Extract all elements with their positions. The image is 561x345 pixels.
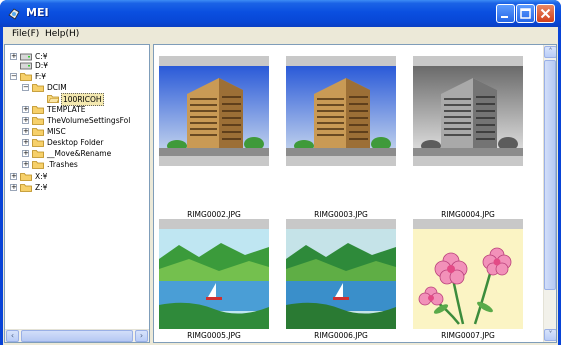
folder-icon bbox=[20, 173, 32, 181]
thumbnail-building-color[interactable] bbox=[159, 56, 269, 166]
window-title: MEI bbox=[26, 6, 49, 19]
expand-toggle[interactable]: + bbox=[22, 106, 29, 113]
expand-toggle[interactable]: + bbox=[22, 139, 29, 146]
scroll-down-arrow-icon[interactable]: ˅ bbox=[544, 329, 556, 341]
expand-toggle[interactable]: + bbox=[22, 161, 29, 168]
thumbnail-filename: RIMG0005.JPG bbox=[187, 331, 241, 340]
collapse-toggle[interactable]: − bbox=[22, 84, 29, 91]
scroll-thumb[interactable] bbox=[21, 330, 133, 342]
thumbnail-pane: RIMG0002.JPG RIMG0003.JPG RIMG0004.JPG R… bbox=[153, 44, 557, 343]
menu-bar: File(F) Help(H) bbox=[3, 27, 558, 42]
scroll-thumb[interactable] bbox=[544, 60, 556, 290]
close-button[interactable] bbox=[536, 4, 555, 23]
building-photo bbox=[286, 66, 396, 156]
expand-toggle[interactable]: + bbox=[22, 117, 29, 124]
folder-tree: + C:¥ D:¥ − F:¥ − DCIM 100RICOH + TEMPLA… bbox=[4, 44, 150, 343]
folder-icon bbox=[20, 73, 32, 81]
expand-toggle[interactable]: + bbox=[10, 53, 17, 60]
title-bar[interactable]: MEI bbox=[0, 0, 561, 27]
close-icon bbox=[540, 8, 551, 19]
thumbnail-lake[interactable] bbox=[286, 219, 396, 329]
maximize-button[interactable] bbox=[516, 4, 535, 23]
tree-label: MISC bbox=[47, 127, 66, 136]
thumbnail-filename: RIMG0003.JPG bbox=[314, 210, 368, 219]
folder-icon bbox=[32, 139, 44, 147]
vertical-scrollbar[interactable]: ˄ ˅ bbox=[543, 45, 556, 342]
scroll-right-arrow-icon[interactable]: › bbox=[135, 330, 148, 342]
building-photo bbox=[159, 66, 269, 156]
thumbnail-building-grayscale[interactable] bbox=[413, 56, 523, 166]
thumbnail-filename: RIMG0006.JPG bbox=[314, 331, 368, 340]
expand-toggle[interactable]: + bbox=[10, 184, 17, 191]
thumbnail-flowers[interactable] bbox=[413, 219, 523, 329]
app-window: MEI File(F) Help(H) + C:¥ D:¥ − F:¥ − DC… bbox=[0, 0, 561, 345]
tree-label: __Move&Rename bbox=[47, 149, 112, 158]
tree-label: Desktop Folder bbox=[47, 138, 104, 147]
client-area: + C:¥ D:¥ − F:¥ − DCIM 100RICOH + TEMPLA… bbox=[3, 42, 558, 345]
folder-icon bbox=[32, 150, 44, 158]
expand-toggle[interactable]: + bbox=[22, 150, 29, 157]
lake-mountain-photo bbox=[286, 229, 396, 329]
collapse-toggle[interactable]: − bbox=[10, 73, 17, 80]
building-photo-grayscale bbox=[413, 66, 523, 156]
tree-label: DCIM bbox=[47, 83, 67, 92]
folder-icon bbox=[32, 161, 44, 169]
scroll-up-arrow-icon[interactable]: ˄ bbox=[544, 46, 556, 58]
tree-label: D:¥ bbox=[35, 61, 49, 70]
minimize-icon bbox=[501, 16, 508, 18]
folder-icon bbox=[20, 184, 32, 192]
drive-icon bbox=[20, 62, 32, 70]
tree-label: .Trashes bbox=[47, 160, 78, 169]
folder-icon bbox=[32, 84, 44, 92]
menu-help[interactable]: Help(H) bbox=[45, 29, 79, 39]
expand-toggle[interactable]: + bbox=[10, 173, 17, 180]
tree-label: F:¥ bbox=[35, 72, 47, 81]
thumbnail-filename: RIMG0007.JPG bbox=[441, 331, 495, 340]
folder-icon bbox=[32, 128, 44, 136]
thumbnail-filename: RIMG0004.JPG bbox=[441, 210, 495, 219]
tree-label: Z:¥ bbox=[35, 183, 48, 192]
expand-toggle[interactable]: + bbox=[22, 128, 29, 135]
pink-flowers-illustration bbox=[413, 229, 523, 329]
lake-mountain-photo bbox=[159, 229, 269, 329]
menu-file[interactable]: File(F) bbox=[12, 29, 39, 39]
drive-icon bbox=[20, 53, 32, 61]
tree-label: X:¥ bbox=[35, 172, 48, 181]
thumbnail-filename: RIMG0002.JPG bbox=[187, 210, 241, 219]
folder-open-icon bbox=[47, 95, 59, 103]
maximize-icon bbox=[520, 8, 531, 19]
folder-icon bbox=[32, 117, 44, 125]
tree-horizontal-scrollbar[interactable]: ‹ › bbox=[5, 329, 149, 342]
scroll-left-arrow-icon[interactable]: ‹ bbox=[6, 330, 19, 342]
thumbnail-building-color[interactable] bbox=[286, 56, 396, 166]
thumbnail-lake[interactable] bbox=[159, 219, 269, 329]
folder-icon bbox=[32, 106, 44, 114]
app-icon bbox=[8, 8, 20, 20]
tree-label: TheVolumeSettingsFol bbox=[47, 116, 131, 125]
minimize-button[interactable] bbox=[496, 4, 515, 23]
tree-label: TEMPLATE bbox=[47, 105, 86, 114]
